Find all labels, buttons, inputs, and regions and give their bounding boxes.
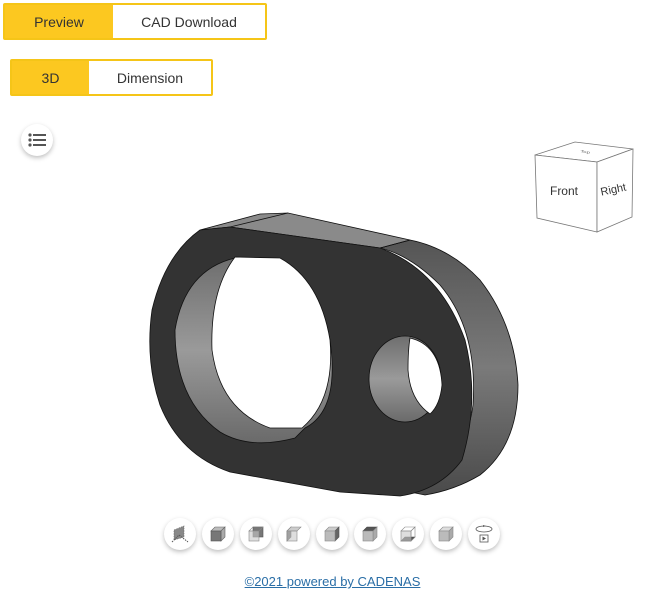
menu-button[interactable] (21, 124, 53, 156)
cube-back-icon (248, 526, 264, 542)
tab-dimension[interactable]: Dimension (89, 61, 211, 94)
viewcube-front-label: Front (550, 184, 579, 198)
view-toolbar (164, 518, 504, 552)
tab-cad-download[interactable]: CAD Download (113, 5, 265, 38)
cube-front-icon (210, 526, 226, 542)
reset-view-button[interactable] (430, 518, 462, 550)
tab-3d[interactable]: 3D (12, 61, 89, 94)
list-icon (28, 133, 46, 147)
top-view-button[interactable] (354, 518, 386, 550)
footer: ©2021 powered by CADENAS (0, 574, 665, 589)
left-view-button[interactable] (278, 518, 310, 550)
main-tabs: Preview CAD Download (3, 3, 267, 40)
cube-bottom-icon (400, 526, 416, 542)
view-cube[interactable]: Front Right Top (530, 135, 640, 235)
cube-default-icon (438, 526, 454, 542)
right-view-button[interactable] (316, 518, 348, 550)
view-tabs: 3D Dimension (10, 59, 213, 96)
3d-model-viewport[interactable] (140, 200, 530, 510)
rotate-play-icon (475, 525, 493, 543)
isometric-view-button[interactable] (164, 518, 196, 550)
back-view-button[interactable] (240, 518, 272, 550)
bottom-view-button[interactable] (392, 518, 424, 550)
isometric-icon (171, 525, 189, 543)
cube-right-icon (324, 526, 340, 542)
front-view-button[interactable] (202, 518, 234, 550)
cube-top-icon (362, 526, 378, 542)
cube-left-icon (286, 526, 302, 542)
rotate-animation-button[interactable] (468, 518, 500, 550)
cadenas-link[interactable]: ©2021 powered by CADENAS (245, 574, 421, 589)
tab-preview[interactable]: Preview (5, 5, 113, 38)
